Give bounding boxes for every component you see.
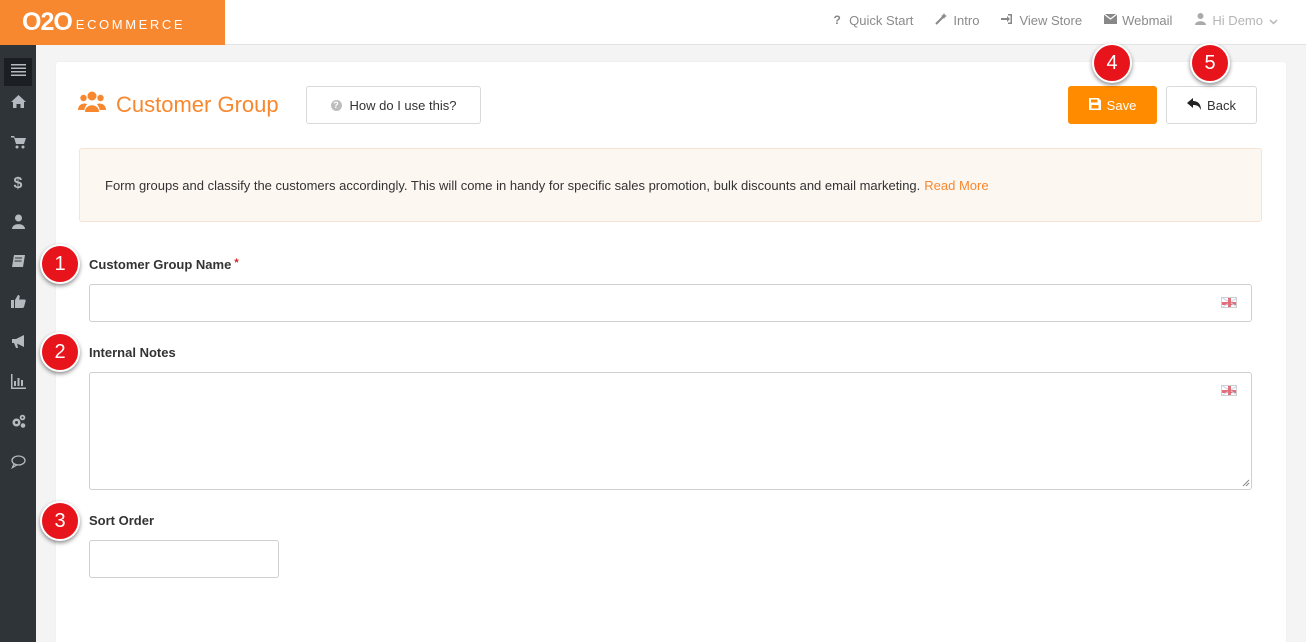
nav-intro[interactable]: Intro — [935, 12, 980, 28]
group-name-label-text: Customer Group Name — [89, 257, 232, 272]
sidebar-item-reviews[interactable] — [4, 290, 32, 318]
internal-notes-label: Internal Notes — [89, 345, 176, 360]
sort-order-label: Sort Order — [89, 513, 154, 528]
sidebar-item-reports[interactable] — [4, 370, 32, 398]
bullhorn-icon — [11, 334, 26, 354]
uk-flag-icon[interactable] — [1221, 297, 1237, 308]
top-bar: O2O ECOMMERCE ? Quick Start Intro View S… — [0, 0, 1306, 45]
user-menu-label: Hi Demo — [1212, 12, 1263, 28]
sort-order-label-text: Sort Order — [89, 513, 155, 528]
read-more-link[interactable]: Read More — [924, 178, 988, 193]
required-marker: * — [234, 257, 239, 269]
chevron-down-icon — [1269, 13, 1278, 28]
sidebar: $ — [0, 45, 36, 642]
step-badge-2: 2 — [40, 332, 80, 372]
nav-webmail-label: Webmail — [1122, 12, 1173, 28]
user-icon — [1194, 12, 1206, 28]
nav-intro-label: Intro — [953, 12, 980, 28]
nav-view-store-label: View Store — [1019, 12, 1083, 28]
sidebar-item-settings[interactable] — [4, 410, 32, 438]
group-name-input[interactable] — [89, 284, 1252, 322]
floppy-disk-icon — [1088, 97, 1101, 113]
question-icon: ? — [833, 13, 841, 27]
sort-order-input[interactable] — [89, 540, 279, 578]
nav-quick-start-label: Quick Start — [849, 12, 914, 28]
nav-view-store[interactable]: View Store — [1001, 13, 1082, 28]
back-button[interactable]: Back — [1166, 86, 1257, 124]
bars-icon — [10, 62, 26, 82]
sidebar-item-catalog[interactable] — [4, 250, 32, 278]
gears-icon — [11, 414, 26, 434]
comment-icon — [10, 454, 26, 474]
thumbs-up-icon — [10, 294, 26, 314]
sidebar-item-home[interactable] — [4, 90, 32, 118]
sidebar-item-chat[interactable] — [4, 450, 32, 478]
step-badge-5: 5 — [1190, 43, 1230, 83]
step-badge-1: 1 — [40, 244, 80, 284]
sidebar-menu-toggle[interactable] — [4, 58, 32, 86]
info-notice: Form groups and classify the customers a… — [79, 148, 1262, 222]
question-circle-icon: ? — [330, 99, 342, 111]
help-button[interactable]: ? How do I use this? — [306, 86, 481, 124]
user-icon — [11, 214, 26, 234]
help-button-label: How do I use this? — [349, 97, 457, 113]
home-icon — [10, 94, 26, 114]
page-header: Customer Group — [78, 90, 279, 119]
cart-icon — [10, 134, 26, 154]
dollar-icon: $ — [13, 175, 23, 192]
nav-webmail[interactable]: Webmail — [1103, 12, 1173, 28]
sidebar-item-sales[interactable]: $ — [4, 170, 32, 198]
group-name-label: Customer Group Name * — [89, 257, 239, 272]
brand-sub: ECOMMERCE — [75, 16, 186, 32]
internal-notes-textarea[interactable] — [89, 372, 1252, 490]
uk-flag-icon[interactable] — [1221, 385, 1237, 396]
nav-quick-start[interactable]: ? Quick Start — [831, 13, 913, 28]
sidebar-item-orders[interactable] — [4, 130, 32, 158]
wand-icon — [935, 12, 948, 28]
page-title: Customer Group — [116, 91, 279, 117]
top-nav: ? Quick Start Intro View Store Webmail H… — [831, 0, 1278, 40]
sidebar-item-marketing[interactable] — [4, 330, 32, 358]
sidebar-item-customers[interactable] — [4, 210, 32, 238]
step-badge-3: 3 — [40, 501, 80, 541]
internal-notes-label-text: Internal Notes — [89, 345, 176, 360]
bar-chart-icon — [10, 374, 26, 394]
brand-logo[interactable]: O2O ECOMMERCE — [0, 0, 225, 45]
save-button-label: Save — [1106, 97, 1137, 113]
users-icon — [78, 90, 106, 119]
brand-main: O2O — [22, 8, 73, 36]
envelope-icon — [1103, 13, 1118, 27]
user-menu[interactable]: Hi Demo — [1194, 12, 1278, 28]
info-text: Form groups and classify the customers a… — [105, 177, 921, 193]
back-button-label: Back — [1207, 97, 1236, 113]
save-button[interactable]: Save — [1068, 86, 1157, 124]
resize-grip-icon[interactable] — [1241, 478, 1250, 487]
book-icon — [11, 254, 26, 274]
reply-arrow-icon — [1187, 97, 1202, 113]
step-badge-4: 4 — [1092, 43, 1132, 83]
sign-in-icon — [1001, 13, 1013, 28]
